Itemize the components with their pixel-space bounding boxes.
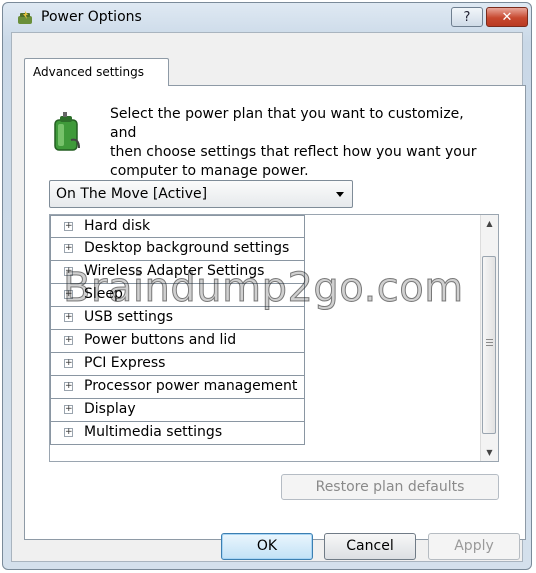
tree-item-display[interactable]: + Display: [50, 399, 305, 422]
expand-icon[interactable]: +: [64, 313, 73, 322]
scroll-up-arrow-icon[interactable]: ▲: [481, 215, 498, 232]
cancel-button[interactable]: Cancel: [324, 533, 416, 560]
tree-item-sleep[interactable]: + Sleep: [50, 284, 305, 307]
restore-plan-defaults-button[interactable]: Restore plan defaults: [281, 474, 499, 500]
power-plan-selected: On The Move [Active]: [56, 186, 208, 202]
grip-icon: [486, 339, 493, 346]
expand-icon[interactable]: +: [64, 244, 73, 253]
ok-button[interactable]: OK: [221, 533, 313, 560]
expand-icon[interactable]: +: [64, 359, 73, 368]
expand-icon[interactable]: +: [64, 428, 73, 437]
window-title: Power Options: [41, 9, 142, 25]
vertical-scrollbar[interactable]: ▲ ▼: [480, 215, 498, 461]
close-button[interactable]: ✕: [486, 7, 528, 27]
tree-item-usb-settings[interactable]: + USB settings: [50, 307, 305, 330]
intro-line-3: computer to manage power.: [110, 163, 309, 179]
power-options-icon: [18, 11, 32, 24]
settings-tree-items: + Hard disk + Desktop background setting…: [50, 215, 305, 445]
tree-item-label: Hard disk: [84, 218, 151, 234]
intro-text: Select the power plan that you want to c…: [110, 105, 490, 181]
tree-item-pci-express[interactable]: + PCI Express: [50, 353, 305, 376]
apply-button[interactable]: Apply: [428, 533, 520, 560]
scrollbar-thumb[interactable]: [482, 256, 496, 434]
expand-icon[interactable]: +: [64, 222, 73, 231]
help-button[interactable]: ?: [451, 7, 483, 27]
tree-item-power-buttons-lid[interactable]: + Power buttons and lid: [50, 330, 305, 353]
expand-icon[interactable]: +: [64, 336, 73, 345]
tree-item-label: Processor power management: [84, 378, 298, 394]
power-options-window: Power Options ? ✕ Advanced settings Sele…: [2, 2, 532, 570]
power-plan-dropdown[interactable]: On The Move [Active]: [49, 180, 353, 208]
expand-icon[interactable]: +: [64, 382, 73, 391]
tree-item-label: Desktop background settings: [84, 240, 290, 256]
tree-item-label: PCI Express: [84, 355, 166, 371]
title-bar[interactable]: Power Options ? ✕: [3, 3, 531, 31]
tree-item-desktop-background[interactable]: + Desktop background settings: [50, 238, 305, 261]
tree-item-multimedia[interactable]: + Multimedia settings: [50, 422, 305, 445]
intro-line-2: then choose settings that reflect how yo…: [110, 144, 477, 160]
tree-item-label: Display: [84, 401, 136, 417]
tree-item-wireless-adapter[interactable]: + Wireless Adapter Settings: [50, 261, 305, 284]
expand-icon[interactable]: +: [64, 267, 73, 276]
battery-plug-icon: [54, 112, 80, 151]
tree-item-label: Multimedia settings: [84, 424, 223, 440]
tree-item-hard-disk[interactable]: + Hard disk: [50, 215, 305, 238]
scroll-down-arrow-icon[interactable]: ▼: [481, 444, 498, 461]
settings-tree[interactable]: + Hard disk + Desktop background setting…: [49, 214, 499, 462]
expand-icon[interactable]: +: [64, 405, 73, 414]
tree-item-processor-power[interactable]: + Processor power management: [50, 376, 305, 399]
tree-item-label: Wireless Adapter Settings: [84, 263, 265, 279]
tree-item-label: Power buttons and lid: [84, 332, 237, 348]
tab-advanced-settings[interactable]: Advanced settings: [24, 58, 169, 86]
tree-item-label: USB settings: [84, 309, 174, 325]
intro-line-1: Select the power plan that you want to c…: [110, 106, 464, 141]
tree-item-label: Sleep: [84, 286, 123, 302]
expand-icon[interactable]: +: [64, 290, 73, 299]
chevron-down-icon: [336, 192, 344, 197]
